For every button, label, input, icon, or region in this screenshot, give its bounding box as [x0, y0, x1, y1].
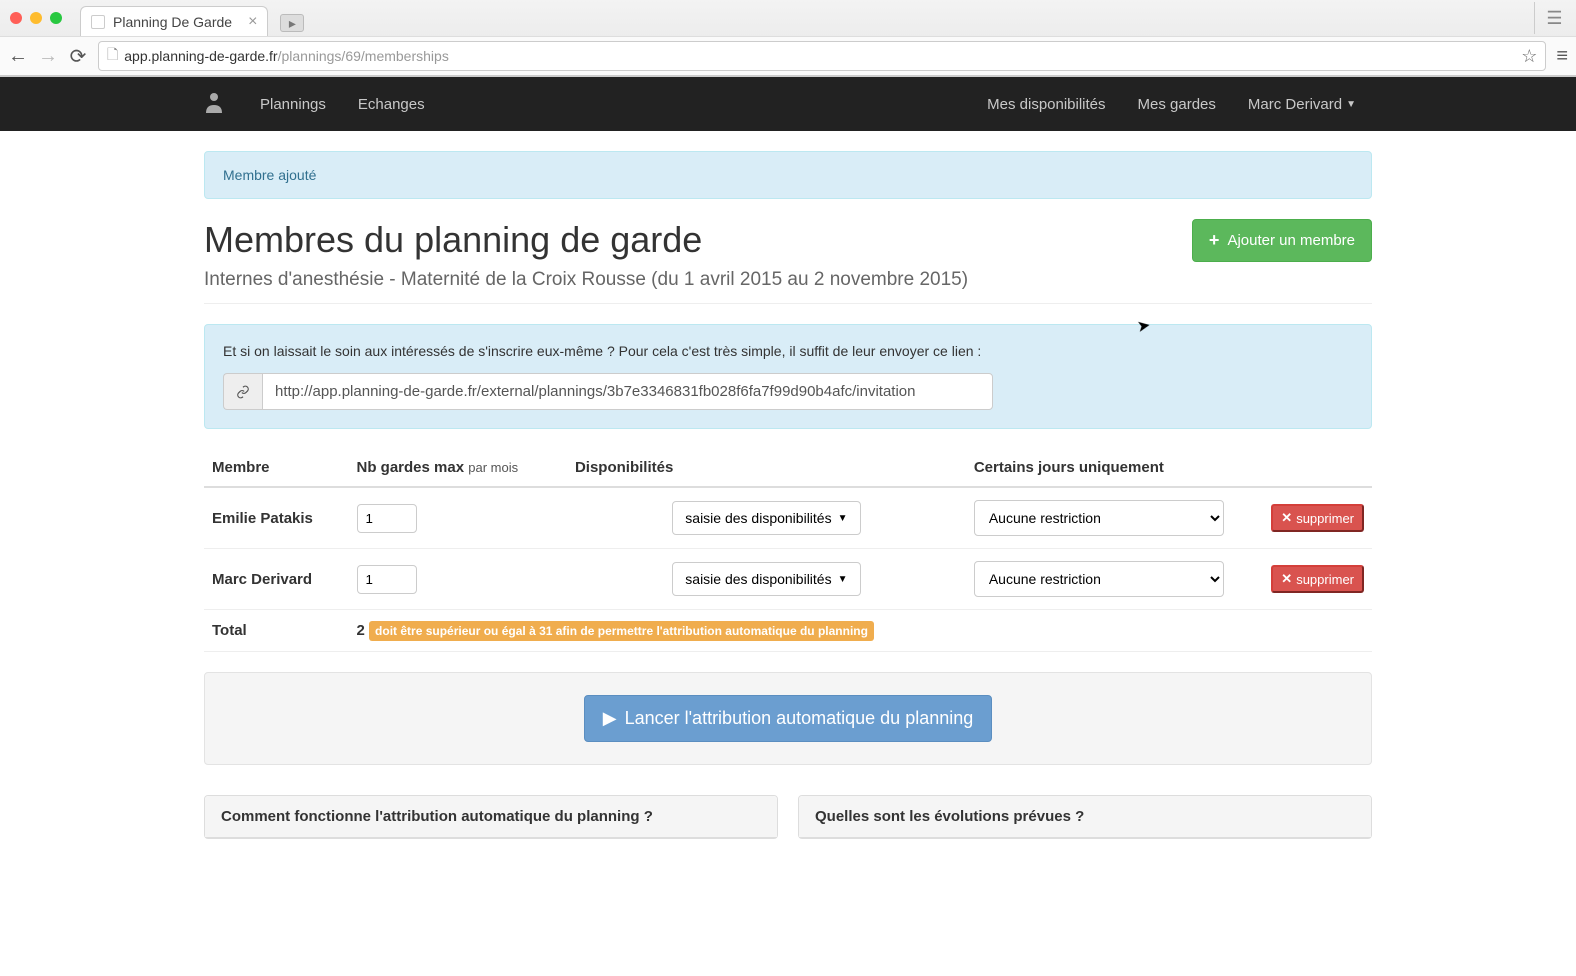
window-controls — [10, 12, 72, 24]
page-subtitle: Internes d'anesthésie - Maternité de la … — [204, 269, 968, 291]
max-guards-input[interactable] — [357, 565, 417, 594]
launch-auto-assign-button[interactable]: ▶ Lancer l'attribution automatique du pl… — [584, 695, 993, 742]
tab-title: Planning De Garde — [113, 14, 232, 30]
th-days: Certains jours uniquement — [966, 449, 1263, 487]
page-title: Membres du planning de garde — [204, 219, 968, 261]
close-icon: ✕ — [1281, 571, 1292, 587]
close-tab-icon[interactable]: × — [248, 14, 257, 30]
reload-button[interactable]: ⟳ — [68, 44, 88, 69]
forward-button[interactable]: → — [38, 45, 58, 68]
max-guards-input[interactable] — [357, 504, 417, 533]
disponibilites-dropdown[interactable]: saisie des disponibilités ▼ — [672, 501, 860, 535]
nav-gardes[interactable]: Mes gardes — [1122, 77, 1232, 131]
flash-message: Membre ajouté — [204, 151, 1372, 199]
faq-heading-1: Comment fonctionne l'attribution automat… — [205, 796, 777, 838]
minimize-window-button[interactable] — [30, 12, 42, 24]
brand-icon[interactable] — [204, 91, 224, 118]
caret-down-icon: ▼ — [838, 513, 848, 524]
browser-tab[interactable]: Planning De Garde × — [80, 6, 268, 36]
nav-user-menu[interactable]: Marc Derivard ▼ — [1232, 77, 1372, 131]
browser-toolbar: ← → ⟳ 🗋 app.planning-de-garde.fr/plannin… — [0, 36, 1576, 76]
chrome-menu-icon[interactable]: ≡ — [1556, 45, 1568, 68]
invite-intro: Et si on laissait le soin aux intéressés… — [223, 343, 1353, 359]
address-bar[interactable]: 🗋 app.planning-de-garde.fr/plannings/69/… — [98, 41, 1546, 71]
table-row: Marc Derivard saisie des disponibilités … — [204, 549, 1372, 610]
maximize-window-button[interactable] — [50, 12, 62, 24]
new-tab-button[interactable]: ▸ — [280, 14, 304, 32]
th-member: Membre — [204, 449, 349, 487]
app-navbar: Plannings Echanges Mes disponibilités Me… — [0, 77, 1576, 131]
url-domain: app.planning-de-garde.fr — [124, 48, 277, 64]
member-name: Marc Derivard — [204, 549, 349, 610]
caret-down-icon: ▼ — [1346, 99, 1356, 110]
add-member-label: Ajouter un membre — [1227, 232, 1355, 249]
delete-member-button[interactable]: ✕ supprimer — [1271, 504, 1364, 532]
th-max: Nb gardes max par mois — [349, 449, 567, 487]
invite-box: Et si on laissait le soin aux intéressés… — [204, 324, 1372, 429]
page-header: Membres du planning de garde Internes d'… — [204, 219, 1372, 304]
total-warning-badge: doit être supérieur ou égal à 31 afin de… — [369, 621, 874, 641]
nav-plannings[interactable]: Plannings — [244, 77, 342, 131]
faq-row: Comment fonctionne l'attribution automat… — [204, 795, 1372, 839]
chrome-profile-icon[interactable]: ☰ — [1534, 2, 1566, 34]
add-member-button[interactable]: + Ajouter un membre — [1192, 219, 1372, 262]
invite-url-input[interactable] — [262, 373, 993, 410]
nav-echanges[interactable]: Echanges — [342, 77, 441, 131]
caret-down-icon: ▼ — [838, 574, 848, 585]
link-icon — [223, 373, 262, 410]
site-info-icon[interactable]: 🗋 — [107, 44, 118, 68]
flash-text: Membre ajouté — [223, 167, 316, 183]
play-icon: ▶ — [603, 708, 617, 729]
faq-panel-2: Quelles sont les évolutions prévues ? — [798, 795, 1372, 839]
total-row: Total 2 doit être supérieur ou égal à 31… — [204, 610, 1372, 652]
faq-heading-2: Quelles sont les évolutions prévues ? — [799, 796, 1371, 838]
plus-icon: + — [1209, 230, 1220, 251]
bookmark-icon[interactable]: ☆ — [1521, 46, 1537, 67]
page-container: Membre ajouté Membres du planning de gar… — [188, 131, 1388, 859]
restriction-select[interactable]: Aucune restriction — [974, 500, 1224, 536]
launch-panel: ▶ Lancer l'attribution automatique du pl… — [204, 672, 1372, 765]
table-row: Emilie Patakis saisie des disponibilités… — [204, 487, 1372, 549]
th-dispo: Disponibilités — [567, 449, 966, 487]
nav-disponibilites[interactable]: Mes disponibilités — [971, 77, 1121, 131]
faq-panel-1: Comment fonctionne l'attribution automat… — [204, 795, 778, 839]
disponibilites-dropdown[interactable]: saisie des disponibilités ▼ — [672, 562, 860, 596]
browser-chrome: Planning De Garde × ▸ ☰ ← → ⟳ 🗋 app.plan… — [0, 0, 1576, 77]
restriction-select[interactable]: Aucune restriction — [974, 561, 1224, 597]
back-button[interactable]: ← — [8, 45, 28, 68]
member-name: Emilie Patakis — [204, 487, 349, 549]
close-window-button[interactable] — [10, 12, 22, 24]
url-path: /plannings/69/memberships — [278, 48, 449, 64]
close-icon: ✕ — [1281, 510, 1292, 526]
members-table: Membre Nb gardes max par mois Disponibil… — [204, 449, 1372, 652]
delete-member-button[interactable]: ✕ supprimer — [1271, 565, 1364, 593]
favicon-icon — [91, 15, 105, 29]
total-label: Total — [204, 610, 349, 652]
nav-username: Marc Derivard — [1248, 96, 1342, 113]
titlebar: Planning De Garde × ▸ ☰ — [0, 0, 1576, 36]
total-value: 2 — [357, 622, 365, 639]
